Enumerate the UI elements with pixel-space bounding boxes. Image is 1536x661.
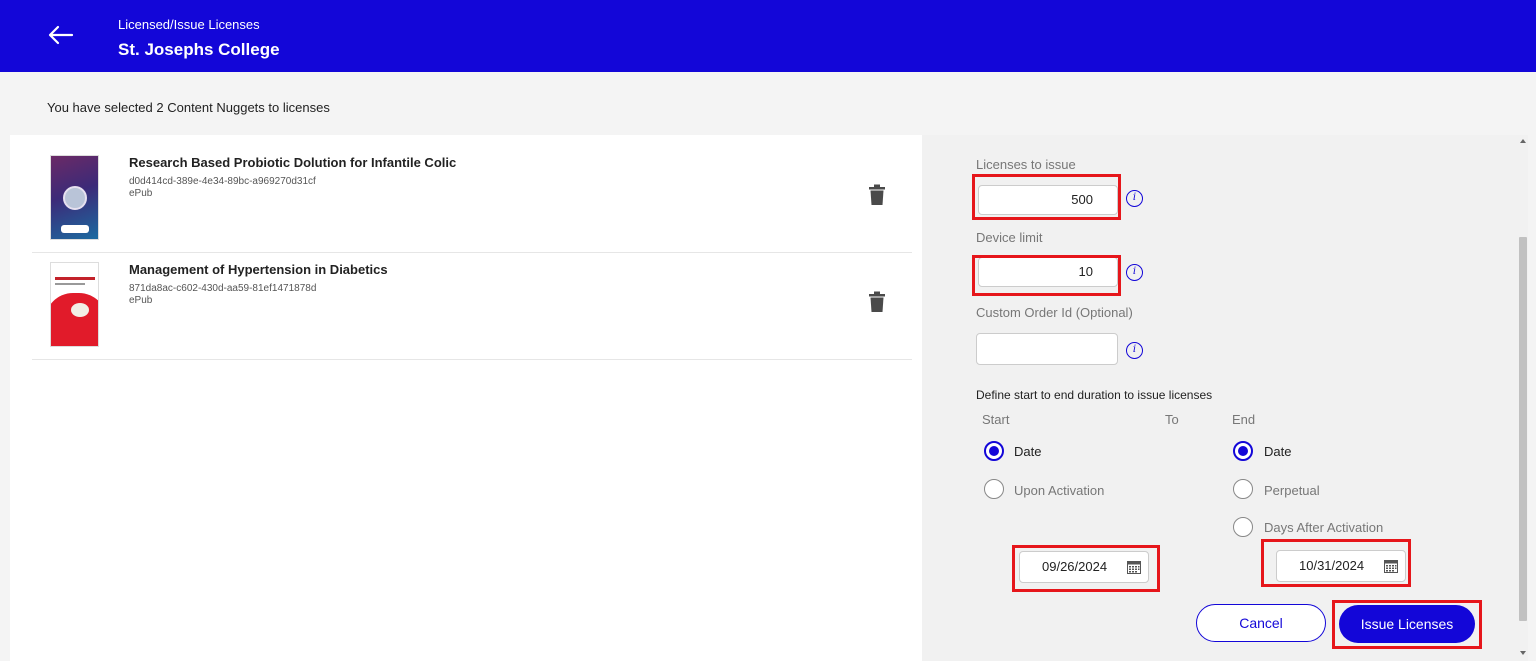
end-days-after-activation-radio[interactable]	[1233, 517, 1253, 537]
list-item: Research Based Probiotic Dolution for In…	[32, 145, 912, 253]
highlight-box	[1012, 545, 1160, 592]
item-id: 871da8ac-c602-430d-aa59-81ef1471878d	[129, 283, 317, 294]
scroll-thumb[interactable]	[1519, 237, 1527, 621]
license-panel: Research Based Probiotic Dolution for In…	[10, 135, 1528, 661]
start-upon-activation-radio[interactable]	[984, 479, 1004, 499]
device-limit-label: Device limit	[976, 230, 1043, 245]
custom-order-label: Custom Order Id (Optional)	[976, 305, 1133, 320]
trash-icon	[869, 184, 885, 205]
end-days-after-activation-label: Days After Activation	[1264, 520, 1384, 535]
delete-item-button[interactable]	[868, 291, 886, 313]
item-title: Management of Hypertension in Diabetics	[129, 262, 388, 277]
page-title: St. Josephs College	[118, 40, 280, 59]
end-perpetual-label: Perpetual	[1264, 483, 1320, 498]
licenses-info-icon[interactable]: i	[1126, 190, 1143, 207]
highlight-box	[972, 255, 1121, 296]
item-title: Research Based Probiotic Dolution for In…	[129, 155, 457, 170]
licenses-label: Licenses to issue	[976, 157, 1076, 172]
end-date-label: Date	[1264, 444, 1292, 459]
start-upon-activation-label: Upon Activation	[1014, 483, 1105, 498]
trash-icon	[869, 291, 885, 312]
item-id: d0d414cd-389e-4e34-89bc-a969270d31cf	[129, 176, 316, 187]
custom-order-info-icon[interactable]: i	[1126, 342, 1143, 359]
device-limit-info-icon[interactable]: i	[1126, 264, 1143, 281]
cancel-button[interactable]: Cancel	[1196, 604, 1326, 642]
start-heading: Start	[982, 412, 1010, 427]
highlight-box	[1332, 600, 1482, 649]
selection-summary: You have selected 2 Content Nuggets to l…	[47, 100, 330, 115]
item-format: ePub	[129, 295, 153, 306]
scroll-up-arrow-icon[interactable]	[1520, 139, 1526, 143]
highlight-box	[972, 174, 1121, 220]
breadcrumb: Licensed/Issue Licenses	[118, 17, 260, 32]
vertical-scrollbar[interactable]	[1518, 135, 1528, 661]
item-format: ePub	[129, 188, 153, 199]
delete-item-button[interactable]	[868, 184, 886, 206]
end-date-radio[interactable]	[1233, 441, 1253, 461]
custom-order-input[interactable]	[976, 333, 1118, 365]
start-date-radio[interactable]	[984, 441, 1004, 461]
license-form: Licenses to issue 500 i Device limit 10 …	[922, 135, 1518, 661]
book-cover-hypertension-icon	[50, 262, 99, 347]
back-button[interactable]	[46, 20, 78, 52]
highlight-box	[1261, 539, 1411, 587]
arrow-left-icon	[48, 25, 74, 45]
app-header: Licensed/Issue Licenses St. Josephs Coll…	[0, 0, 1536, 72]
scroll-down-arrow-icon[interactable]	[1520, 651, 1526, 655]
end-heading: End	[1232, 412, 1256, 427]
list-item: Management of Hypertension in Diabetics …	[32, 252, 912, 360]
end-perpetual-radio[interactable]	[1233, 479, 1253, 499]
to-heading: To	[1165, 412, 1179, 427]
selected-items-list: Research Based Probiotic Dolution for In…	[10, 135, 922, 661]
book-cover-probiotic-icon	[50, 155, 99, 240]
start-date-label: Date	[1014, 444, 1042, 459]
duration-title: Define start to end duration to issue li…	[976, 388, 1213, 402]
